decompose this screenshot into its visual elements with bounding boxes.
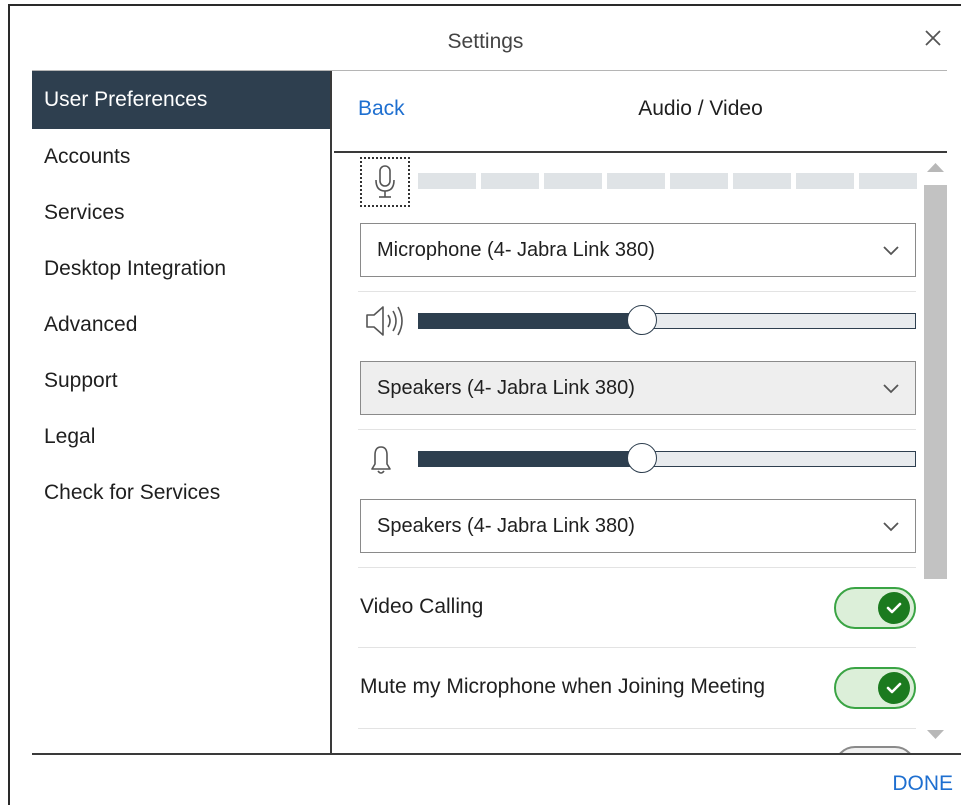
settings-window: Settings User Preferences Accounts Servi… (8, 4, 961, 805)
settings-sidebar: User Preferences Accounts Services Deskt… (32, 71, 332, 754)
video-calling-label: Video Calling (360, 595, 484, 618)
chevron-down-icon (883, 246, 899, 256)
speaker-select[interactable]: Speakers (4- Jabra Link 380) (360, 361, 916, 415)
sidebar-item-legal[interactable]: Legal (32, 409, 330, 465)
video-calling-toggle[interactable] (834, 587, 916, 629)
meter-segment (607, 173, 665, 189)
speaker-volume-icon (366, 306, 403, 336)
meter-segment (733, 173, 791, 189)
scroll-up-arrow-icon[interactable] (924, 159, 947, 175)
footer-divider (32, 753, 961, 755)
speaker-select-value: Speakers (4- Jabra Link 380) (377, 377, 635, 399)
sidebar-item-services[interactable]: Services (32, 185, 330, 241)
ringer-select-value: Speakers (4- Jabra Link 380) (377, 515, 635, 537)
panel-header: Back Audio / Video (334, 71, 947, 153)
scrollbar-thumb[interactable] (924, 185, 947, 579)
microphone-select[interactable]: Microphone (4- Jabra Link 380) (360, 223, 916, 277)
panel-title: Audio / Video (638, 97, 763, 120)
meter-segment (796, 173, 854, 189)
row-divider (358, 429, 916, 430)
microphone-select-value: Microphone (4- Jabra Link 380) (377, 239, 655, 261)
title-bar: Settings (10, 6, 961, 74)
window-title: Settings (447, 30, 524, 53)
row-divider (358, 728, 916, 729)
sidebar-item-check-for-services[interactable]: Check for Services (32, 465, 330, 521)
slider-thumb[interactable] (627, 443, 658, 473)
scroll-down-arrow-icon[interactable] (924, 727, 947, 743)
mute-on-join-toggle[interactable] (834, 667, 916, 709)
audio-video-content: Microphone (4- Jabra Link 380) Speakers … (334, 153, 947, 754)
slider-fill (418, 313, 643, 329)
ringer-volume-slider[interactable] (418, 443, 916, 473)
toggle-knob (878, 672, 910, 704)
settings-main-panel: Back Audio / Video Microphone (4- Jabra … (334, 71, 947, 754)
check-icon (886, 602, 902, 614)
meter-segment (670, 173, 728, 189)
meter-segment (859, 173, 917, 189)
close-button[interactable] (919, 24, 947, 52)
meter-segment (418, 173, 476, 189)
microphone-test-button[interactable] (360, 157, 410, 207)
microphone-icon (375, 165, 395, 198)
speaker-volume-slider[interactable] (418, 305, 916, 335)
ringer-select[interactable]: Speakers (4- Jabra Link 380) (360, 499, 916, 553)
bell-icon (371, 446, 391, 474)
row-divider (358, 567, 916, 568)
mute-on-join-label: Mute my Microphone when Joining Meeting (360, 675, 766, 698)
row-divider (358, 647, 916, 648)
slider-fill (418, 451, 643, 467)
meter-segment (481, 173, 539, 189)
sidebar-item-user-preferences[interactable]: User Preferences (32, 71, 330, 129)
sidebar-item-advanced[interactable]: Advanced (32, 297, 330, 353)
meter-segment (544, 173, 602, 189)
content-scrollbar[interactable] (924, 153, 947, 754)
sidebar-item-desktop-integration[interactable]: Desktop Integration (32, 241, 330, 297)
chevron-down-icon (883, 522, 899, 532)
sidebar-item-support[interactable]: Support (32, 353, 330, 409)
close-icon (925, 30, 941, 46)
slider-thumb[interactable] (627, 305, 658, 335)
row-divider (358, 291, 916, 292)
microphone-level-meter (418, 173, 917, 189)
chevron-down-icon (883, 384, 899, 394)
toggle-knob (878, 592, 910, 624)
sidebar-item-accounts[interactable]: Accounts (32, 129, 330, 185)
check-icon (886, 682, 902, 694)
done-button[interactable]: DONE (892, 772, 953, 796)
